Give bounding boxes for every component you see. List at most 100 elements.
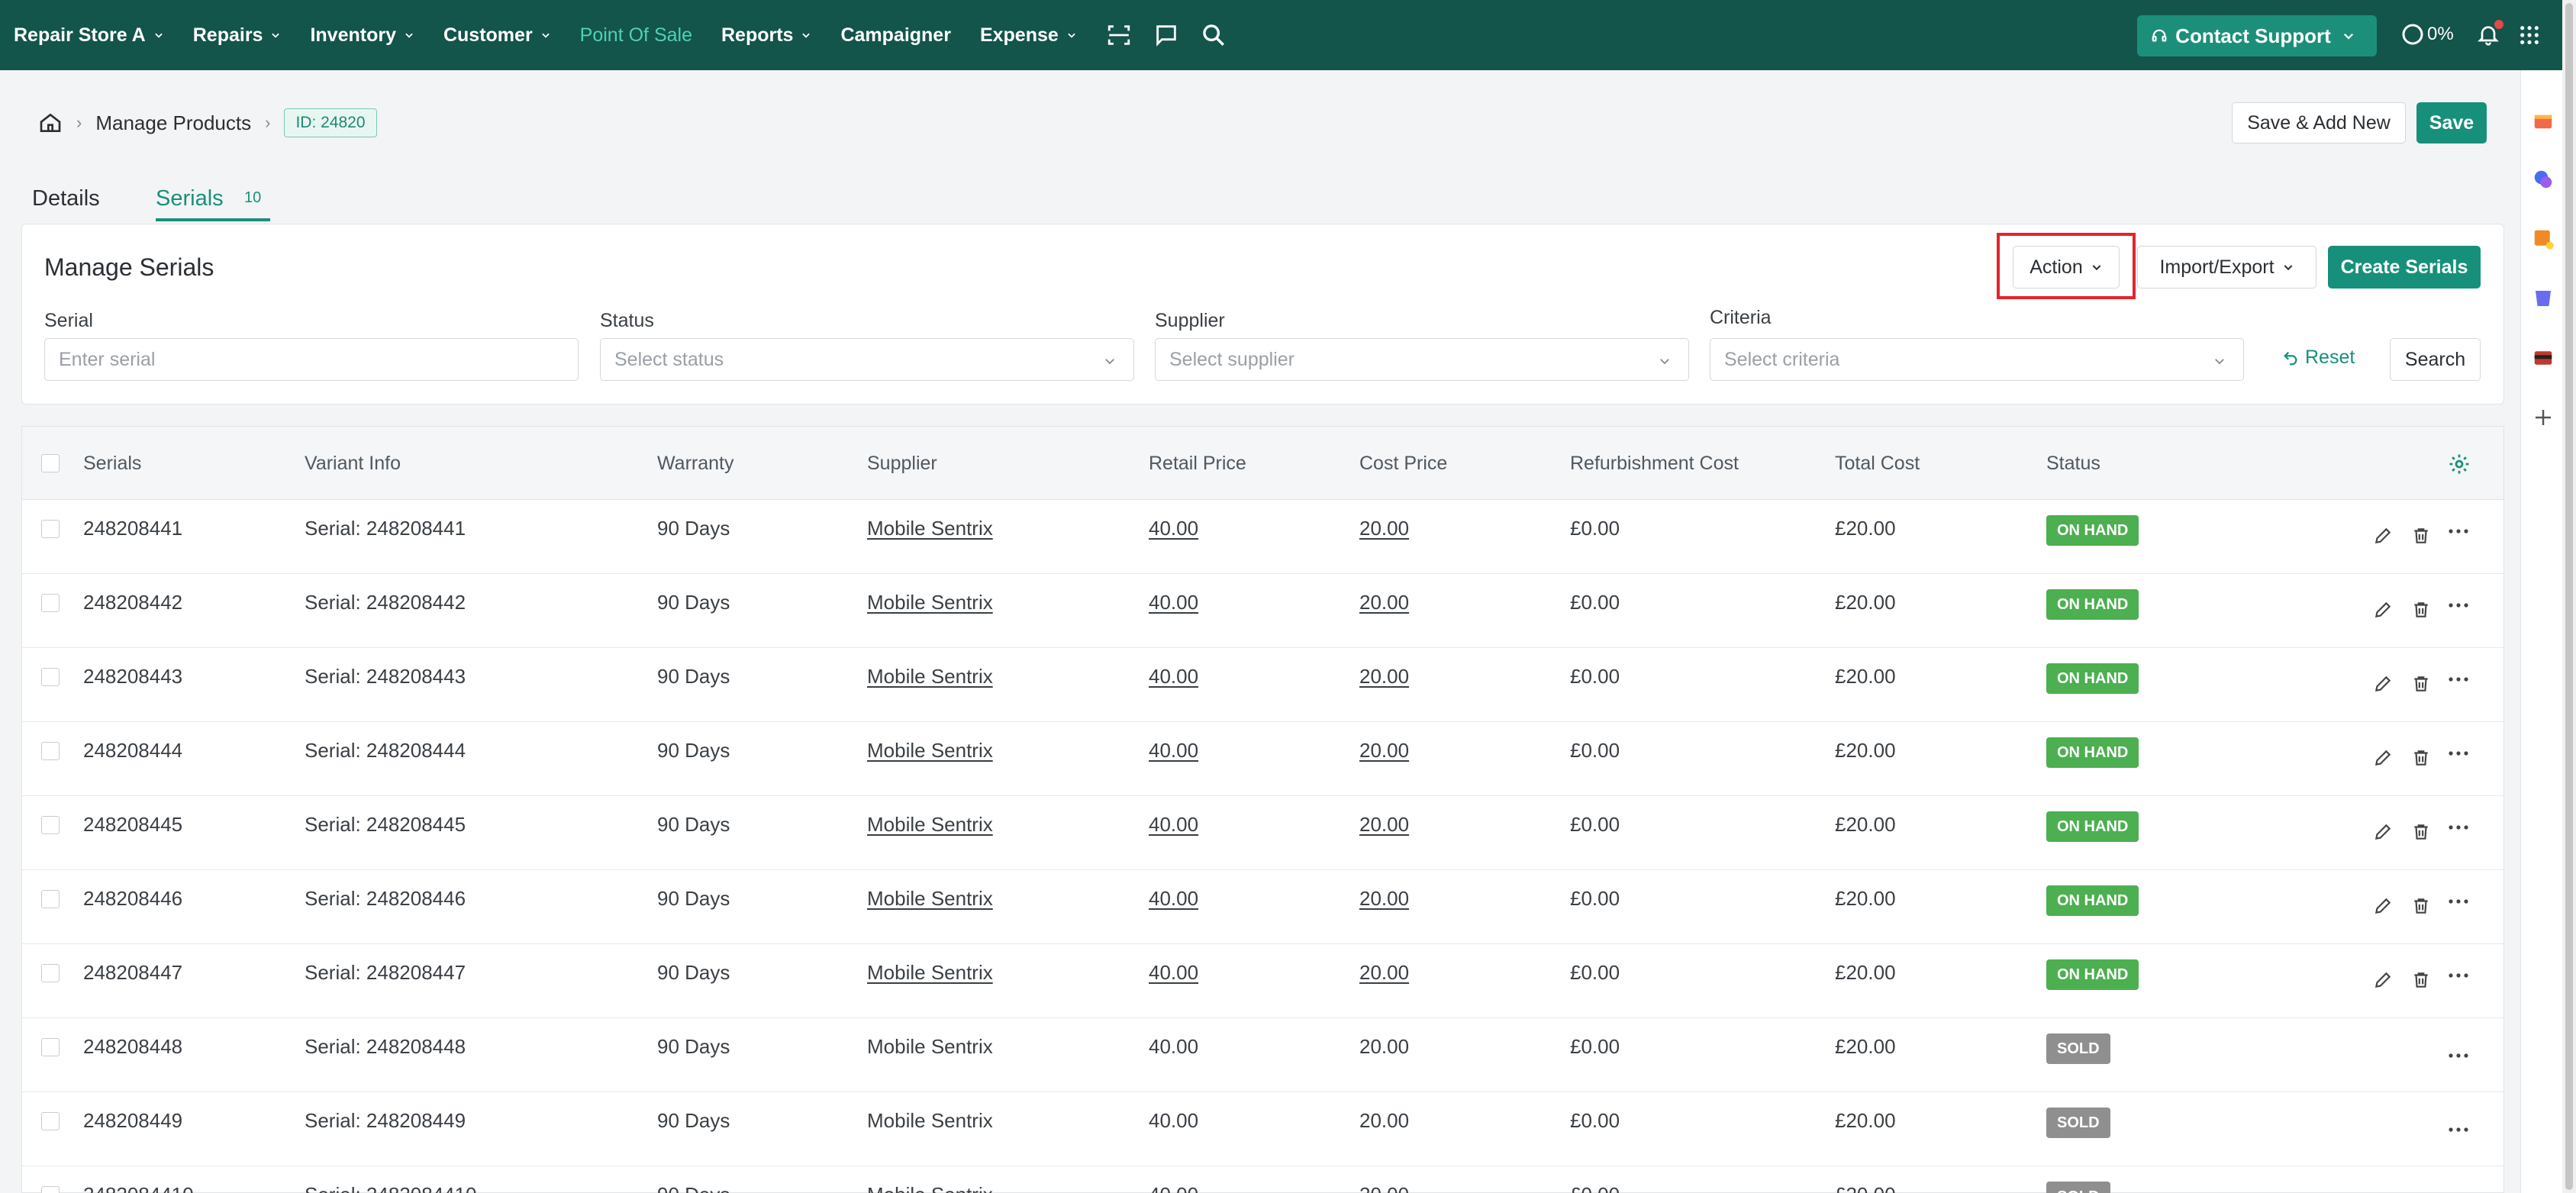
- nav-item-inventory[interactable]: Inventory: [310, 24, 414, 47]
- more-options-icon[interactable]: [2448, 1052, 2469, 1059]
- nav-item-repair-store-a[interactable]: Repair Store A: [14, 24, 164, 47]
- delete-icon[interactable]: [2411, 526, 2431, 546]
- badge-icon[interactable]: [2532, 287, 2555, 310]
- supplier-cell[interactable]: Mobile Sentrix: [867, 887, 993, 911]
- row-checkbox[interactable]: [41, 594, 60, 612]
- cost-price-cell[interactable]: 20.00: [1359, 887, 1409, 911]
- edit-icon[interactable]: [2373, 748, 2393, 768]
- more-options-icon[interactable]: [2448, 824, 2469, 831]
- supplier-cell[interactable]: Mobile Sentrix: [867, 739, 993, 763]
- table-row[interactable]: 248208446 Serial: 248208446 90 Days Mobile …: [22, 870, 2503, 944]
- supplier-cell[interactable]: Mobile Sentrix: [867, 665, 993, 688]
- cost-price-cell[interactable]: 20.00: [1359, 739, 1409, 763]
- supplier-cell[interactable]: Mobile Sentrix: [867, 517, 993, 540]
- more-options-icon[interactable]: [2448, 750, 2469, 757]
- row-checkbox[interactable]: [41, 964, 60, 982]
- edit-icon[interactable]: [2373, 970, 2393, 990]
- retail-price-cell[interactable]: 40.00: [1149, 887, 1198, 911]
- select-all-checkbox[interactable]: [41, 454, 60, 472]
- column-header-total-cost[interactable]: Total Cost: [1835, 453, 1920, 475]
- retail-price-cell[interactable]: 40.00: [1149, 517, 1198, 540]
- column-header-warranty[interactable]: Warranty: [657, 453, 733, 475]
- delete-icon[interactable]: [2411, 674, 2431, 694]
- search-button[interactable]: Search: [2390, 338, 2481, 381]
- edit-icon[interactable]: [2373, 526, 2393, 546]
- row-checkbox[interactable]: [41, 816, 60, 834]
- row-checkbox[interactable]: [41, 742, 60, 760]
- add-icon[interactable]: [2532, 406, 2555, 429]
- retail-price-cell[interactable]: 40.00: [1149, 739, 1198, 763]
- row-checkbox[interactable]: [41, 1112, 60, 1130]
- supplier-cell[interactable]: Mobile Sentrix: [867, 961, 993, 985]
- edit-icon[interactable]: [2373, 600, 2393, 620]
- cost-price-cell[interactable]: 20.00: [1359, 961, 1409, 985]
- table-row[interactable]: 2482084410 Serial: 2482084410 90 Days Mobil…: [22, 1166, 2503, 1193]
- import-export-button[interactable]: Import/Export: [2137, 246, 2316, 289]
- tab-serials[interactable]: Serials: [156, 186, 224, 211]
- retail-price-cell[interactable]: 40.00: [1149, 591, 1198, 614]
- create-serials-button[interactable]: Create Serials: [2328, 246, 2481, 289]
- table-row[interactable]: 248208441 Serial: 248208441 90 Days Mobile …: [22, 500, 2503, 574]
- delete-icon[interactable]: [2411, 748, 2431, 768]
- table-row[interactable]: 248208445 Serial: 248208445 90 Days Mobile …: [22, 796, 2503, 870]
- save-button[interactable]: Save: [2416, 102, 2487, 143]
- column-header-refurbishment-cost[interactable]: Refurbishment Cost: [1570, 453, 1739, 475]
- table-row[interactable]: 248208447 Serial: 248208447 90 Days Mobile …: [22, 944, 2503, 1018]
- progress-indicator[interactable]: 0%: [2401, 23, 2454, 46]
- more-options-icon[interactable]: [2448, 675, 2469, 683]
- retail-price-cell[interactable]: 40.00: [1149, 665, 1198, 688]
- more-options-icon[interactable]: [2448, 898, 2469, 905]
- column-header-retail-price[interactable]: Retail Price: [1149, 453, 1246, 475]
- column-header-supplier[interactable]: Supplier: [867, 453, 937, 475]
- cost-price-cell[interactable]: 20.00: [1359, 813, 1409, 837]
- more-options-icon[interactable]: [2448, 972, 2469, 979]
- retail-price-cell[interactable]: 40.00: [1149, 813, 1198, 837]
- column-header-variant-info[interactable]: Variant Info: [305, 453, 401, 475]
- contact-support-button[interactable]: Contact Support: [2137, 15, 2377, 56]
- table-row[interactable]: 248208443 Serial: 248208443 90 Days Mobile …: [22, 648, 2503, 722]
- save-and-add-new-button[interactable]: Save & Add New: [2232, 102, 2406, 143]
- nav-item-point-of-sale[interactable]: Point Of Sale: [580, 24, 692, 47]
- table-row[interactable]: 248208442 Serial: 248208442 90 Days Mobile …: [22, 574, 2503, 648]
- scrollbar-thumb[interactable]: [2565, 3, 2573, 1190]
- nav-item-expense[interactable]: Expense: [980, 24, 1077, 47]
- row-checkbox[interactable]: [41, 890, 60, 908]
- supplier-cell[interactable]: Mobile Sentrix: [867, 591, 993, 614]
- edit-icon[interactable]: [2373, 896, 2393, 916]
- table-row[interactable]: 248208449 Serial: 248208449 90 Days Mobile …: [22, 1092, 2503, 1166]
- tab-details[interactable]: Details: [32, 186, 100, 211]
- cards-icon[interactable]: [2532, 347, 2555, 369]
- chat-icon[interactable]: [1153, 22, 1179, 48]
- column-header-status[interactable]: Status: [2046, 453, 2100, 475]
- table-row[interactable]: 248208444 Serial: 248208444 90 Days Mobile …: [22, 722, 2503, 796]
- nav-item-reports[interactable]: Reports: [721, 24, 811, 47]
- column-header-cost-price[interactable]: Cost Price: [1359, 453, 1447, 475]
- supplier-select[interactable]: Select supplier: [1155, 338, 1689, 381]
- edit-icon[interactable]: [2373, 822, 2393, 842]
- serial-input[interactable]: Enter serial: [44, 338, 579, 381]
- delete-icon[interactable]: [2411, 822, 2431, 842]
- supplier-cell[interactable]: Mobile Sentrix: [867, 813, 993, 837]
- chat-bubbles-icon[interactable]: [2532, 168, 2555, 191]
- criteria-select[interactable]: Select criteria: [1710, 338, 2244, 381]
- delete-icon[interactable]: [2411, 600, 2431, 620]
- gift-icon[interactable]: [2532, 108, 2555, 131]
- edit-icon[interactable]: [2373, 674, 2393, 694]
- apps-grid-icon[interactable]: [2519, 24, 2540, 46]
- more-options-icon[interactable]: [2448, 601, 2469, 609]
- nav-item-campaigner[interactable]: Campaigner: [840, 24, 950, 47]
- cost-price-cell[interactable]: 20.00: [1359, 591, 1409, 614]
- nav-item-customer[interactable]: Customer: [443, 24, 551, 47]
- cost-price-cell[interactable]: 20.00: [1359, 665, 1409, 688]
- reset-button[interactable]: Reset: [2282, 347, 2355, 369]
- more-options-icon[interactable]: [2448, 527, 2469, 535]
- delete-icon[interactable]: [2411, 896, 2431, 916]
- page-scrollbar[interactable]: [2562, 0, 2576, 1193]
- nav-item-repairs[interactable]: Repairs: [193, 24, 282, 47]
- retail-price-cell[interactable]: 40.00: [1149, 961, 1198, 985]
- delete-icon[interactable]: [2411, 970, 2431, 990]
- settings-gear-icon[interactable]: [2448, 453, 2471, 476]
- scan-icon[interactable]: [1106, 22, 1132, 48]
- cost-price-cell[interactable]: 20.00: [1359, 517, 1409, 540]
- table-row[interactable]: 248208448 Serial: 248208448 90 Days Mobile …: [22, 1018, 2503, 1092]
